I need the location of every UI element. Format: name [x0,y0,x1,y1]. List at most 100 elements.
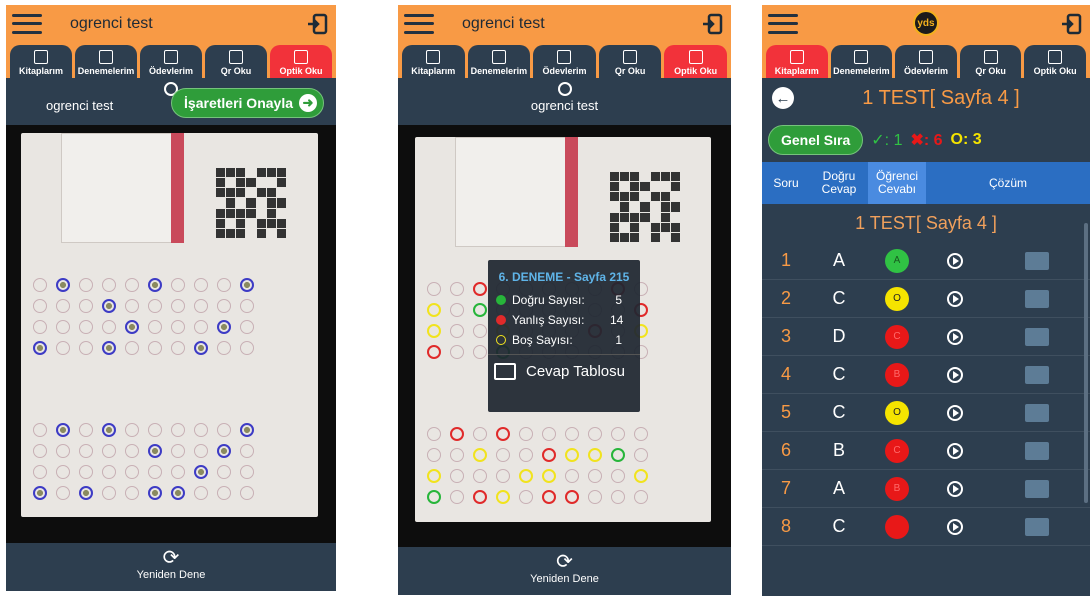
tab-kitaplarim[interactable]: Kitaplarım [402,45,465,78]
image-solution-button[interactable] [984,517,1090,536]
student-answer-badge: C [885,324,909,349]
video-solution-button[interactable] [926,328,984,345]
video-solution-button[interactable] [926,480,984,497]
answer-bubble [148,465,162,479]
answer-bubble [240,465,254,479]
answer-bubble [519,490,533,504]
question-number: 1 [780,250,791,270]
menu-icon[interactable] [12,13,42,34]
image-solution-button[interactable] [984,251,1090,270]
qr-module [276,178,286,188]
tab-denemelerim[interactable]: Denemelerim [830,45,893,78]
tab-label: Qr Oku [220,66,252,76]
answer-bubble [33,423,47,437]
answer-bubble [427,303,441,317]
qr-module [640,233,649,242]
qr-module [610,192,620,202]
qr-module [640,202,650,212]
answer-bubble [56,465,70,479]
answer-bubble [519,469,533,483]
tab-label: Kitaplarım [774,66,819,76]
confirm-marks-button[interactable]: İşaretleri Onayla ➜ [171,88,324,118]
app-header: yds [762,5,1090,42]
logout-icon[interactable] [1060,13,1082,35]
tab-denemelerim[interactable]: Denemelerim [467,45,531,78]
user-row: ogrenci test İşaretleri Onayla ➜ [6,82,336,128]
image-solution-button[interactable] [984,289,1090,308]
qr-icon [623,50,638,64]
menu-icon[interactable] [404,13,434,34]
student-answer-cell: C [868,438,926,463]
menu-icon[interactable] [768,13,798,34]
qr-module [630,222,640,232]
video-solution-button[interactable] [926,518,984,535]
correct-answer: D [832,326,846,346]
wrong-count: Yanlış Sayısı: 14 [488,310,640,330]
video-solution-button[interactable] [926,290,984,307]
tab-label: Qr Oku [975,66,1006,76]
image-icon [1025,403,1049,422]
header-user-name: ogrenci test [70,14,153,32]
image-solution-button[interactable] [984,327,1090,346]
answer-bubble [33,278,47,292]
video-solution-button[interactable] [926,366,984,383]
answer-bubble [56,444,70,458]
tab-odevlerim[interactable]: Ödevlerim [533,45,596,78]
tab-bar: Kitaplarım Denemelerim Ödevlerim Qr Oku … [762,42,1090,78]
qr-module [216,188,226,198]
tab-kitaplarim[interactable]: Kitaplarım [766,45,828,78]
logout-icon[interactable] [306,13,328,35]
col-solution: Çözüm [988,175,1027,190]
tab-label: Kitaplarım [411,66,456,76]
video-solution-button[interactable] [926,442,984,459]
qr-module [256,188,266,198]
answer-bubble [194,299,208,313]
correct-answer: B [832,440,845,460]
logout-icon[interactable] [701,13,723,35]
image-solution-button[interactable] [984,403,1090,422]
tab-optik-oku[interactable]: Optik Oku [1024,45,1086,78]
qr-module [236,228,246,238]
app-header: ogrenci test [398,5,731,42]
qr-module [630,232,640,242]
answer-row: 2 C O [762,280,1090,318]
qr-module [651,182,660,191]
exam-icon [854,50,869,64]
general-rank-button[interactable]: Genel Sıra [768,125,864,155]
qr-module [216,218,226,228]
tab-odevlerim[interactable]: Ödevlerim [895,45,957,78]
play-icon [947,328,963,345]
image-solution-button[interactable] [984,479,1090,498]
answer-table-button[interactable]: Cevap Tablosu [488,363,640,380]
answer-bubble [473,448,487,462]
video-solution-button[interactable] [926,404,984,421]
retry-bar[interactable]: ⟳ Yeniden Dene [6,543,336,591]
qr-module [630,172,640,182]
tab-kitaplarim[interactable]: Kitaplarım [10,45,72,78]
image-solution-button[interactable] [984,365,1090,384]
tab-qr-oku[interactable]: Qr Oku [959,45,1022,78]
qr-module [630,182,640,192]
answer-bubble [473,469,487,483]
play-icon [947,290,963,307]
tab-qr-oku[interactable]: Qr Oku [205,45,267,78]
qr-module [620,192,630,202]
tab-qr-oku[interactable]: Qr Oku [598,45,662,78]
scrollbar[interactable] [1084,223,1088,503]
tab-optik-oku[interactable]: Optik Oku [664,45,727,78]
tab-odevlerim[interactable]: Ödevlerim [140,45,202,78]
tab-optik-oku[interactable]: Optik Oku [270,45,332,78]
image-solution-button[interactable] [984,441,1090,460]
answer-bubble [473,345,487,359]
test-title: 1 TEST[ Sayfa 4 ] [862,86,1020,109]
retry-bar[interactable]: ⟳ Yeniden Dene [398,547,731,595]
qr-module [650,232,660,242]
answer-bubble [56,320,70,334]
answer-bubble [194,486,208,500]
tab-denemelerim[interactable]: Denemelerim [75,45,137,78]
video-solution-button[interactable] [926,252,984,269]
answer-bubble [102,341,116,355]
student-answer-badge: A [885,248,909,273]
qr-module [216,168,226,178]
qr-module [660,212,670,222]
